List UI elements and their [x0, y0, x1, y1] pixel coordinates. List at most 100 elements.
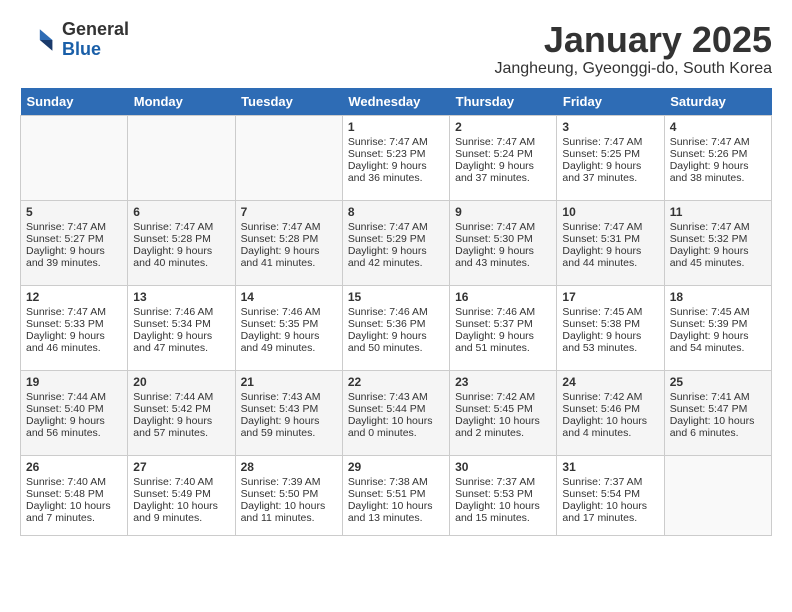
day-number: 10	[562, 205, 658, 219]
cell-content: Daylight: 9 hours and 40 minutes.	[133, 245, 229, 269]
cell-content: Sunset: 5:54 PM	[562, 488, 658, 500]
cell-content: Daylight: 9 hours and 37 minutes.	[455, 160, 551, 184]
header-tuesday: Tuesday	[235, 88, 342, 116]
day-number: 8	[348, 205, 444, 219]
cell-content: Sunset: 5:48 PM	[26, 488, 122, 500]
cell-content: Sunset: 5:29 PM	[348, 233, 444, 245]
calendar-cell: 1Sunrise: 7:47 AMSunset: 5:23 PMDaylight…	[342, 115, 449, 200]
cell-content: Daylight: 10 hours and 9 minutes.	[133, 500, 229, 524]
calendar-cell: 3Sunrise: 7:47 AMSunset: 5:25 PMDaylight…	[557, 115, 664, 200]
cell-content: Sunrise: 7:47 AM	[562, 221, 658, 233]
calendar-cell: 26Sunrise: 7:40 AMSunset: 5:48 PMDayligh…	[21, 455, 128, 535]
day-number: 25	[670, 375, 766, 389]
cell-content: Sunset: 5:44 PM	[348, 403, 444, 415]
cell-content: Daylight: 9 hours and 39 minutes.	[26, 245, 122, 269]
cell-content: Sunrise: 7:46 AM	[348, 306, 444, 318]
calendar-cell: 7Sunrise: 7:47 AMSunset: 5:28 PMDaylight…	[235, 200, 342, 285]
month-title: January 2025	[494, 20, 772, 60]
calendar-cell: 14Sunrise: 7:46 AMSunset: 5:35 PMDayligh…	[235, 285, 342, 370]
cell-content: Sunrise: 7:47 AM	[670, 221, 766, 233]
cell-content: Daylight: 9 hours and 43 minutes.	[455, 245, 551, 269]
cell-content: Sunrise: 7:46 AM	[455, 306, 551, 318]
cell-content: Daylight: 9 hours and 38 minutes.	[670, 160, 766, 184]
day-number: 13	[133, 290, 229, 304]
calendar-cell: 22Sunrise: 7:43 AMSunset: 5:44 PMDayligh…	[342, 370, 449, 455]
calendar-cell: 12Sunrise: 7:47 AMSunset: 5:33 PMDayligh…	[21, 285, 128, 370]
cell-content: Daylight: 9 hours and 42 minutes.	[348, 245, 444, 269]
logo: General Blue	[20, 20, 129, 60]
cell-content: Daylight: 10 hours and 0 minutes.	[348, 415, 444, 439]
calendar-cell: 17Sunrise: 7:45 AMSunset: 5:38 PMDayligh…	[557, 285, 664, 370]
cell-content: Daylight: 9 hours and 37 minutes.	[562, 160, 658, 184]
calendar-cell: 16Sunrise: 7:46 AMSunset: 5:37 PMDayligh…	[450, 285, 557, 370]
cell-content: Sunrise: 7:44 AM	[26, 391, 122, 403]
cell-content: Daylight: 9 hours and 57 minutes.	[133, 415, 229, 439]
cell-content: Sunset: 5:32 PM	[670, 233, 766, 245]
cell-content: Sunrise: 7:47 AM	[241, 221, 337, 233]
calendar-cell: 28Sunrise: 7:39 AMSunset: 5:50 PMDayligh…	[235, 455, 342, 535]
calendar-cell: 13Sunrise: 7:46 AMSunset: 5:34 PMDayligh…	[128, 285, 235, 370]
day-number: 31	[562, 460, 658, 474]
cell-content: Daylight: 10 hours and 4 minutes.	[562, 415, 658, 439]
cell-content: Sunset: 5:35 PM	[241, 318, 337, 330]
calendar-cell: 6 Sunrise: 7:47 AMSunset: 5:28 PMDaylight…	[128, 200, 235, 285]
cell-content: Sunset: 5:38 PM	[562, 318, 658, 330]
logo-text: General Blue	[62, 20, 129, 60]
cell-content: Sunset: 5:37 PM	[455, 318, 551, 330]
calendar-cell: 23Sunrise: 7:42 AMSunset: 5:45 PMDayligh…	[450, 370, 557, 455]
location-subtitle: Jangheung, Gyeonggi-do, South Korea	[494, 60, 772, 78]
cell-content: Daylight: 9 hours and 59 minutes.	[241, 415, 337, 439]
cell-content: Daylight: 10 hours and 7 minutes.	[26, 500, 122, 524]
cell-content: Sunrise: 7:45 AM	[562, 306, 658, 318]
day-number: 3	[562, 120, 658, 134]
day-number: 7	[241, 205, 337, 219]
calendar-cell	[235, 115, 342, 200]
cell-content: Sunset: 5:51 PM	[348, 488, 444, 500]
cell-content: Sunrise: 7:47 AM	[26, 306, 122, 318]
header-sunday: Sunday	[21, 88, 128, 116]
cell-content: Daylight: 10 hours and 11 minutes.	[241, 500, 337, 524]
cell-content: Sunset: 5:33 PM	[26, 318, 122, 330]
calendar-cell: 20Sunrise: 7:44 AMSunset: 5:42 PMDayligh…	[128, 370, 235, 455]
day-number: 6	[133, 205, 229, 219]
calendar-cell: 29Sunrise: 7:38 AMSunset: 5:51 PMDayligh…	[342, 455, 449, 535]
calendar-cell: 25Sunrise: 7:41 AMSunset: 5:47 PMDayligh…	[664, 370, 771, 455]
header-wednesday: Wednesday	[342, 88, 449, 116]
calendar-week-5: 26Sunrise: 7:40 AMSunset: 5:48 PMDayligh…	[21, 455, 772, 535]
day-number: 15	[348, 290, 444, 304]
calendar-header-row: SundayMondayTuesdayWednesdayThursdayFrid…	[21, 88, 772, 116]
day-number: 21	[241, 375, 337, 389]
calendar-cell: 18Sunrise: 7:45 AMSunset: 5:39 PMDayligh…	[664, 285, 771, 370]
cell-content: Sunrise: 7:47 AM	[348, 221, 444, 233]
cell-content: Sunrise: 7:47 AM	[133, 221, 229, 233]
cell-content: Sunrise: 7:42 AM	[455, 391, 551, 403]
cell-content: Daylight: 9 hours and 47 minutes.	[133, 330, 229, 354]
calendar-cell: 21Sunrise: 7:43 AMSunset: 5:43 PMDayligh…	[235, 370, 342, 455]
cell-content: Sunrise: 7:46 AM	[241, 306, 337, 318]
day-number: 28	[241, 460, 337, 474]
cell-content: Sunset: 5:36 PM	[348, 318, 444, 330]
cell-content: Sunrise: 7:47 AM	[455, 136, 551, 148]
calendar-cell: 11Sunrise: 7:47 AMSunset: 5:32 PMDayligh…	[664, 200, 771, 285]
page-header: General Blue January 2025 Jangheung, Gye…	[20, 20, 772, 78]
cell-content: Sunset: 5:53 PM	[455, 488, 551, 500]
calendar-cell: 10Sunrise: 7:47 AMSunset: 5:31 PMDayligh…	[557, 200, 664, 285]
calendar-cell: 5Sunrise: 7:47 AMSunset: 5:27 PMDaylight…	[21, 200, 128, 285]
calendar-cell: 30Sunrise: 7:37 AMSunset: 5:53 PMDayligh…	[450, 455, 557, 535]
cell-content: Sunrise: 7:40 AM	[26, 476, 122, 488]
cell-content: Sunset: 5:25 PM	[562, 148, 658, 160]
calendar-week-4: 19Sunrise: 7:44 AMSunset: 5:40 PMDayligh…	[21, 370, 772, 455]
calendar-cell	[128, 115, 235, 200]
cell-content: Daylight: 9 hours and 41 minutes.	[241, 245, 337, 269]
cell-content: Sunrise: 7:37 AM	[562, 476, 658, 488]
cell-content: Sunset: 5:43 PM	[241, 403, 337, 415]
cell-content: Sunset: 5:30 PM	[455, 233, 551, 245]
cell-content: Sunrise: 7:41 AM	[670, 391, 766, 403]
day-number: 30	[455, 460, 551, 474]
cell-content: Sunset: 5:31 PM	[562, 233, 658, 245]
cell-content: Daylight: 9 hours and 36 minutes.	[348, 160, 444, 184]
day-number: 27	[133, 460, 229, 474]
cell-content: Sunset: 5:28 PM	[133, 233, 229, 245]
day-number: 11	[670, 205, 766, 219]
day-number: 19	[26, 375, 122, 389]
